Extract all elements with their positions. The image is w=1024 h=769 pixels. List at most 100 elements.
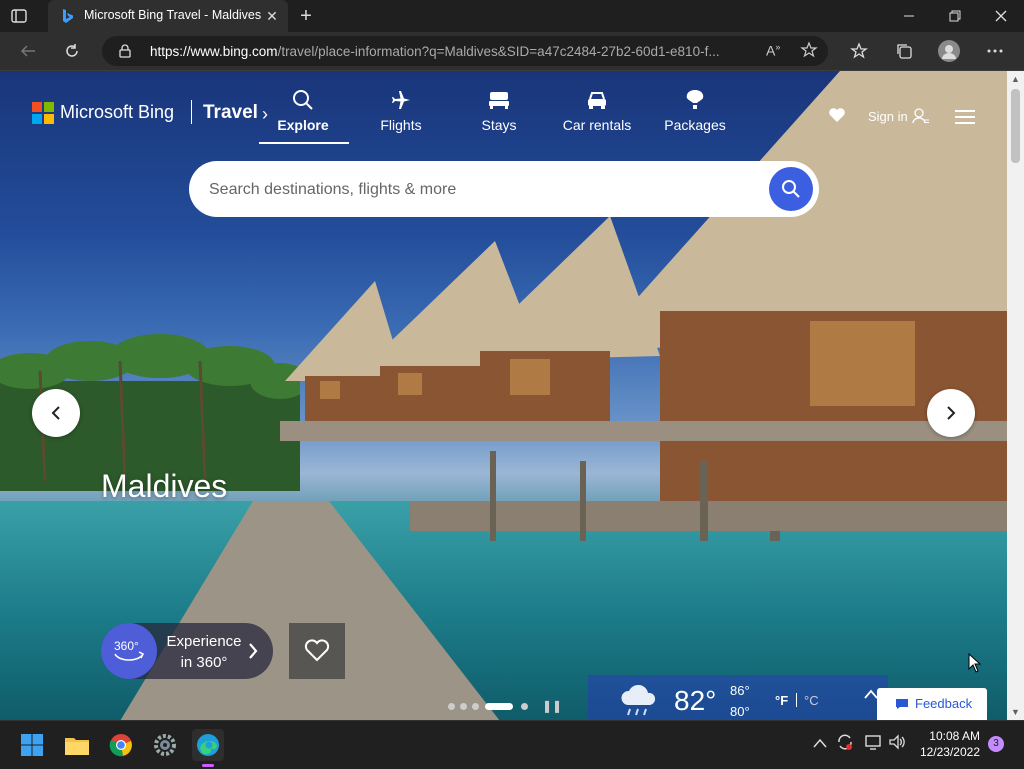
hamburger-menu-icon[interactable] xyxy=(955,109,975,125)
taskbar: 10:08 AM 12/23/2022 3 xyxy=(0,720,1024,769)
chrome-icon[interactable] xyxy=(105,729,137,761)
chevron-up-icon[interactable] xyxy=(813,735,827,753)
user-icon[interactable] xyxy=(912,107,930,125)
collections-icon[interactable] xyxy=(893,40,915,62)
search-input[interactable] xyxy=(207,176,751,204)
save-favorite-button[interactable] xyxy=(289,623,345,679)
chevron-up-icon[interactable] xyxy=(864,689,878,699)
badge-360: 360° xyxy=(114,639,139,653)
tab-title: Microsoft Bing Travel - Maldives xyxy=(84,8,262,22)
carousel-dot-active[interactable] xyxy=(485,703,513,710)
profile-avatar-icon[interactable] xyxy=(938,40,960,62)
edge-browser-icon[interactable] xyxy=(192,729,224,767)
carousel-dot[interactable] xyxy=(472,703,479,710)
nav-label: Packages xyxy=(664,117,726,133)
current-temperature: 82° xyxy=(674,685,717,716)
sync-icon[interactable] xyxy=(836,733,854,756)
balloon-icon xyxy=(649,87,741,113)
celsius-toggle[interactable]: °C xyxy=(804,693,819,708)
page-scrollbar[interactable]: ▲ ▼ xyxy=(1007,71,1024,720)
active-app-indicator xyxy=(202,764,214,767)
nav-label: Car rentals xyxy=(562,117,632,133)
chevron-right-icon xyxy=(249,643,258,659)
network-icon[interactable] xyxy=(864,733,882,756)
nav-flights[interactable]: Flights xyxy=(355,87,447,143)
chat-icon xyxy=(896,699,908,709)
minimize-icon[interactable] xyxy=(886,0,932,32)
experience-360-button[interactable]: 360° Experience in 360° xyxy=(101,623,273,679)
nav-label: Flights xyxy=(380,117,422,133)
chevron-left-icon xyxy=(51,406,60,420)
carousel-dot[interactable] xyxy=(521,703,528,710)
heart-outline-icon xyxy=(304,639,330,662)
tab-bar: Microsoft Bing Travel - Maldives ✕ + xyxy=(0,0,1024,32)
nav-stays[interactable]: Stays xyxy=(453,87,545,143)
system-clock[interactable]: 10:08 AM 12/23/2022 xyxy=(916,728,980,760)
nav-label: Explore xyxy=(277,117,329,133)
back-icon[interactable] xyxy=(17,40,39,62)
search-icon xyxy=(782,180,800,198)
tab-actions-icon[interactable] xyxy=(10,7,28,25)
feedback-button[interactable]: Feedback xyxy=(877,688,987,720)
rain-cloud-icon xyxy=(621,684,656,716)
carousel-dot[interactable] xyxy=(448,703,455,710)
unit-divider xyxy=(796,693,797,707)
refresh-icon[interactable] xyxy=(61,40,83,62)
fahrenheit-toggle[interactable]: °F xyxy=(775,693,788,708)
360-view-icon: 360° xyxy=(101,623,157,679)
volume-icon[interactable] xyxy=(888,733,906,756)
feedback-label: Feedback xyxy=(915,696,973,711)
search-box xyxy=(189,161,819,217)
experience-360-label: Experience in 360° xyxy=(166,633,242,671)
more-options-icon[interactable] xyxy=(984,40,1006,62)
carousel-dot[interactable] xyxy=(460,703,467,710)
carousel-next-button[interactable] xyxy=(927,389,975,437)
scroll-down-icon[interactable]: ▼ xyxy=(1011,707,1020,717)
bed-icon xyxy=(453,87,545,113)
search-icon xyxy=(257,87,349,113)
high-temperature: 86° xyxy=(730,683,750,698)
nav-explore[interactable]: Explore xyxy=(257,87,349,143)
address-bar[interactable]: https://www.bing.com/travel/place-inform… xyxy=(102,36,828,66)
travel-link[interactable]: Travel xyxy=(203,102,258,124)
microsoft-logo-icon[interactable] xyxy=(32,102,54,124)
lock-icon[interactable] xyxy=(118,44,132,58)
search-button[interactable] xyxy=(769,167,813,211)
heart-icon[interactable] xyxy=(828,107,848,125)
settings-gear-icon[interactable] xyxy=(149,729,181,761)
new-tab-icon[interactable]: + xyxy=(296,6,316,26)
scroll-thumb[interactable] xyxy=(1011,89,1020,163)
add-favorite-icon[interactable] xyxy=(800,41,818,64)
browser-toolbar: https://www.bing.com/travel/place-inform… xyxy=(0,32,1024,71)
clock-time: 10:08 AM xyxy=(929,729,980,743)
read-aloud-icon[interactable]: A» xyxy=(766,42,780,59)
pause-icon[interactable]: ❚❚ xyxy=(542,699,562,713)
clock-date: 12/23/2022 xyxy=(919,745,980,759)
nav-active-indicator xyxy=(259,142,349,144)
nav-label: Stays xyxy=(481,117,517,133)
brand-name[interactable]: Microsoft Bing xyxy=(60,102,174,123)
carousel-prev-button[interactable] xyxy=(32,389,80,437)
scroll-up-icon[interactable]: ▲ xyxy=(1011,74,1020,84)
sign-in-link[interactable]: Sign in xyxy=(868,109,908,124)
favorites-icon[interactable] xyxy=(848,40,870,62)
restore-icon[interactable] xyxy=(932,0,978,32)
plane-icon xyxy=(355,87,447,113)
nav-car-rentals[interactable]: Car rentals xyxy=(551,87,643,143)
nav-packages[interactable]: Packages xyxy=(649,87,741,143)
close-window-icon[interactable] xyxy=(978,0,1024,32)
place-title: Maldives xyxy=(101,468,228,504)
browser-tab[interactable]: Microsoft Bing Travel - Maldives ✕ xyxy=(48,0,288,32)
close-tab-icon[interactable]: ✕ xyxy=(264,8,280,24)
start-icon[interactable] xyxy=(16,729,48,761)
file-explorer-icon[interactable] xyxy=(61,729,93,761)
notification-badge[interactable]: 3 xyxy=(988,736,1004,752)
bing-logo-icon xyxy=(63,9,73,23)
low-temperature: 80° xyxy=(730,704,750,719)
url-text: https://www.bing.com/travel/place-inform… xyxy=(150,44,720,59)
chevron-right-icon xyxy=(947,406,956,420)
travel-page: Microsoft Bing Travel › Explore Flights … xyxy=(0,71,1007,720)
mouse-cursor-icon xyxy=(968,653,982,673)
weather-widget: 82° 86° 80° °F °C xyxy=(588,675,888,720)
brand-divider xyxy=(191,100,192,124)
